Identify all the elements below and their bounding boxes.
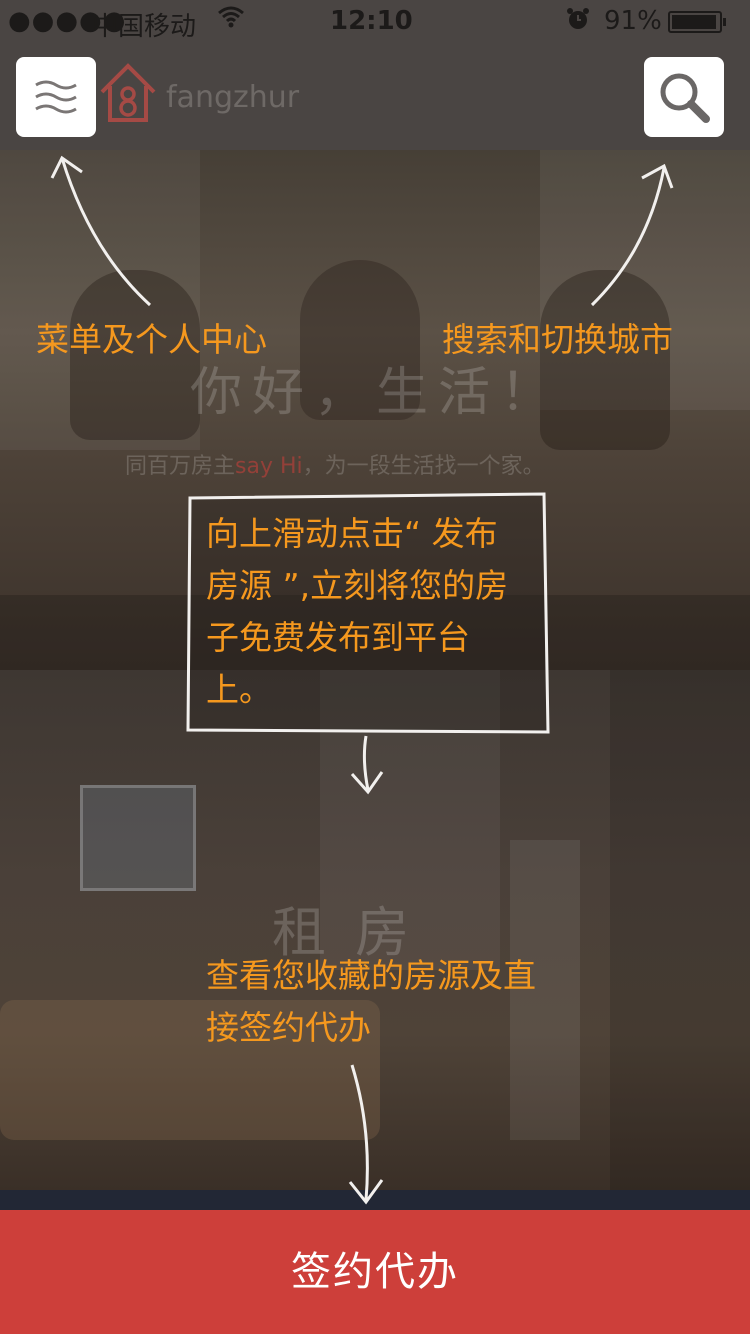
menu-wave-icon	[35, 80, 77, 114]
wifi-icon	[218, 6, 244, 34]
nav-bar: fangzhur	[0, 44, 750, 150]
sign-agent-button[interactable]: 签约代办	[0, 1210, 750, 1334]
search-button[interactable]	[644, 57, 724, 137]
battery-percent: 91%	[604, 6, 662, 36]
alarm-icon	[565, 6, 591, 39]
slogan-subtitle: 同百万房主say Hi，为一段生活找一个家。	[125, 454, 545, 479]
publish-annotation: 向上滑动点击“ 发布房源 ”,立刻将您的房子免费发布到平台上。	[206, 514, 509, 709]
rental-photo: 租 房	[0, 670, 750, 1190]
favorites-annotation: 查看您收藏的房源及直接签约代办	[206, 956, 536, 1047]
brand-logo: fangzhur	[96, 58, 300, 128]
clock: 12:10	[330, 6, 413, 36]
menu-annotation: 菜单及个人中心	[36, 320, 267, 359]
footer-strip	[0, 1190, 750, 1210]
status-bar: ●●●●● 中国移动 12:10 91%	[0, 0, 750, 44]
brand-name: fangzhur	[166, 80, 300, 115]
search-icon	[660, 73, 710, 123]
battery-icon	[668, 11, 726, 33]
menu-button[interactable]	[16, 57, 96, 137]
search-annotation: 搜索和切换城市	[442, 320, 673, 359]
carrier-label: 中国移动	[92, 12, 197, 42]
